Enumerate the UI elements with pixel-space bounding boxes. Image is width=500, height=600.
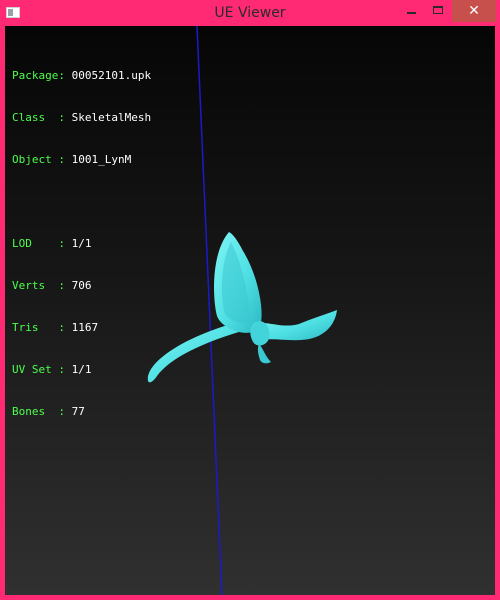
app-window: UE Viewer ✕ Package: 00052101.upk Class … [0, 0, 500, 600]
info-value: 1/1 [71, 237, 92, 250]
3d-viewport[interactable]: Package: 00052101.upk Class : SkeletalMe… [5, 26, 495, 595]
minimize-icon [407, 12, 416, 14]
title-bar[interactable]: UE Viewer ✕ [0, 0, 500, 26]
info-row-package: Package: 00052101.upk [12, 69, 151, 83]
info-label: Class : [12, 111, 72, 124]
info-value: 1167 [71, 321, 99, 334]
info-label: Object : [12, 153, 72, 166]
info-row-uv-set: UV Set : 1/1 [12, 363, 151, 377]
info-label: Bones : [12, 405, 72, 418]
info-row-verts: Verts : 706 [12, 279, 151, 293]
info-row-lod: LOD : 1/1 [12, 237, 151, 251]
close-button[interactable]: ✕ [452, 0, 496, 22]
info-label: UV Set : [12, 363, 72, 376]
info-label: Package: [12, 69, 72, 82]
info-value: 1/1 [71, 363, 92, 376]
info-row-bones: Bones : 77 [12, 405, 151, 419]
info-value: 00052101.upk [71, 69, 152, 82]
mesh-model[interactable] [147, 232, 337, 383]
info-row-class: Class : SkeletalMesh [12, 111, 151, 125]
info-value: 77 [71, 405, 85, 418]
info-label: LOD : [12, 237, 72, 250]
info-label: Verts : [12, 279, 72, 292]
info-row-object: Object : 1001_LynM [12, 153, 151, 167]
minimize-button[interactable] [398, 0, 425, 22]
info-label: Tris : [12, 321, 72, 334]
mesh-knot-tail [257, 344, 271, 364]
info-value: 1001_LynM [71, 153, 132, 166]
mesh-info-panel: Package: 00052101.upk Class : SkeletalMe… [12, 41, 151, 447]
info-value: 706 [71, 279, 92, 292]
maximize-icon [433, 6, 443, 14]
info-row-tris: Tris : 1167 [12, 321, 151, 335]
info-spacer [12, 195, 151, 209]
close-icon: ✕ [468, 3, 480, 19]
maximize-button[interactable] [425, 0, 452, 22]
info-value: SkeletalMesh [71, 111, 152, 124]
